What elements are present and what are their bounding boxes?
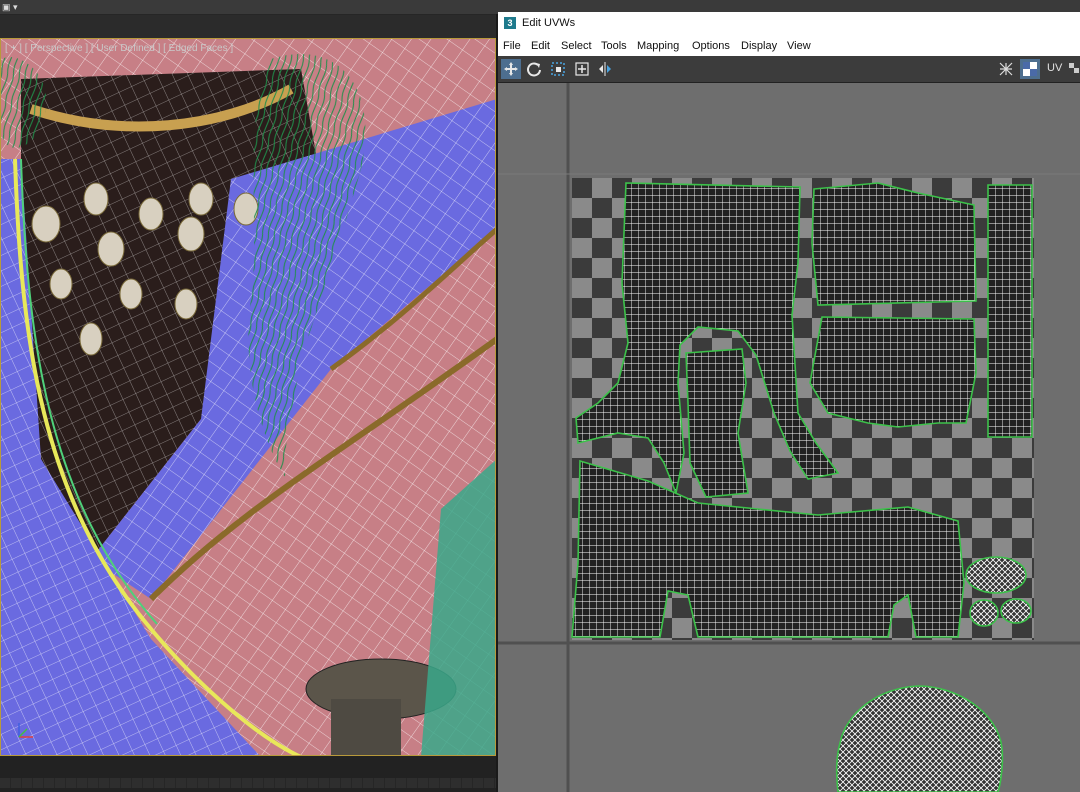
menu-file[interactable]: File <box>503 40 521 52</box>
menu-display[interactable]: Display <box>741 40 777 52</box>
window-title: Edit UVWs <box>522 17 576 29</box>
viewport-menu-button[interactable]: ▣ ▾ <box>2 1 24 13</box>
axis-gizmo-icon <box>18 723 33 738</box>
rotate-icon[interactable] <box>524 59 544 79</box>
viewport-scene <box>1 39 495 755</box>
app-icon: 3 <box>504 17 516 29</box>
menu-bar: File Edit Select Tools Mapping Options D… <box>498 36 1080 57</box>
checker-pattern-icon[interactable] <box>996 59 1016 79</box>
viewport-timeline-bar <box>0 756 496 792</box>
mirror-icon[interactable] <box>595 59 615 79</box>
freeform-icon[interactable] <box>572 59 592 79</box>
menu-edit[interactable]: Edit <box>531 40 550 52</box>
menu-select[interactable]: Select <box>561 40 592 52</box>
texture-toggle-icon[interactable] <box>1020 59 1040 79</box>
timeline-track[interactable] <box>0 778 496 788</box>
uv-mode-label[interactable]: UV <box>1047 62 1062 74</box>
edit-uvws-window: 3 Edit UVWs File Edit Select Tools Mappi… <box>498 12 1080 792</box>
uv-checker-icon[interactable] <box>1068 59 1080 79</box>
uv-layout <box>498 83 1080 792</box>
move-icon[interactable] <box>501 59 521 79</box>
uv-toolbar: UV <box>498 56 1080 83</box>
menu-view[interactable]: View <box>787 40 811 52</box>
window-titlebar[interactable]: 3 Edit UVWs <box>498 12 1080 36</box>
menu-options[interactable]: Options <box>692 40 730 52</box>
perspective-viewport[interactable]: [ + ] [ Perspective ] [ User Defined ] [… <box>0 38 496 756</box>
scale-icon[interactable] <box>548 59 568 79</box>
menu-tools[interactable]: Tools <box>601 40 627 52</box>
viewport-label[interactable]: [ + ] [ Perspective ] [ User Defined ] [… <box>5 43 233 54</box>
uv-editor-canvas[interactable] <box>498 83 1080 792</box>
menu-mapping[interactable]: Mapping <box>637 40 679 52</box>
